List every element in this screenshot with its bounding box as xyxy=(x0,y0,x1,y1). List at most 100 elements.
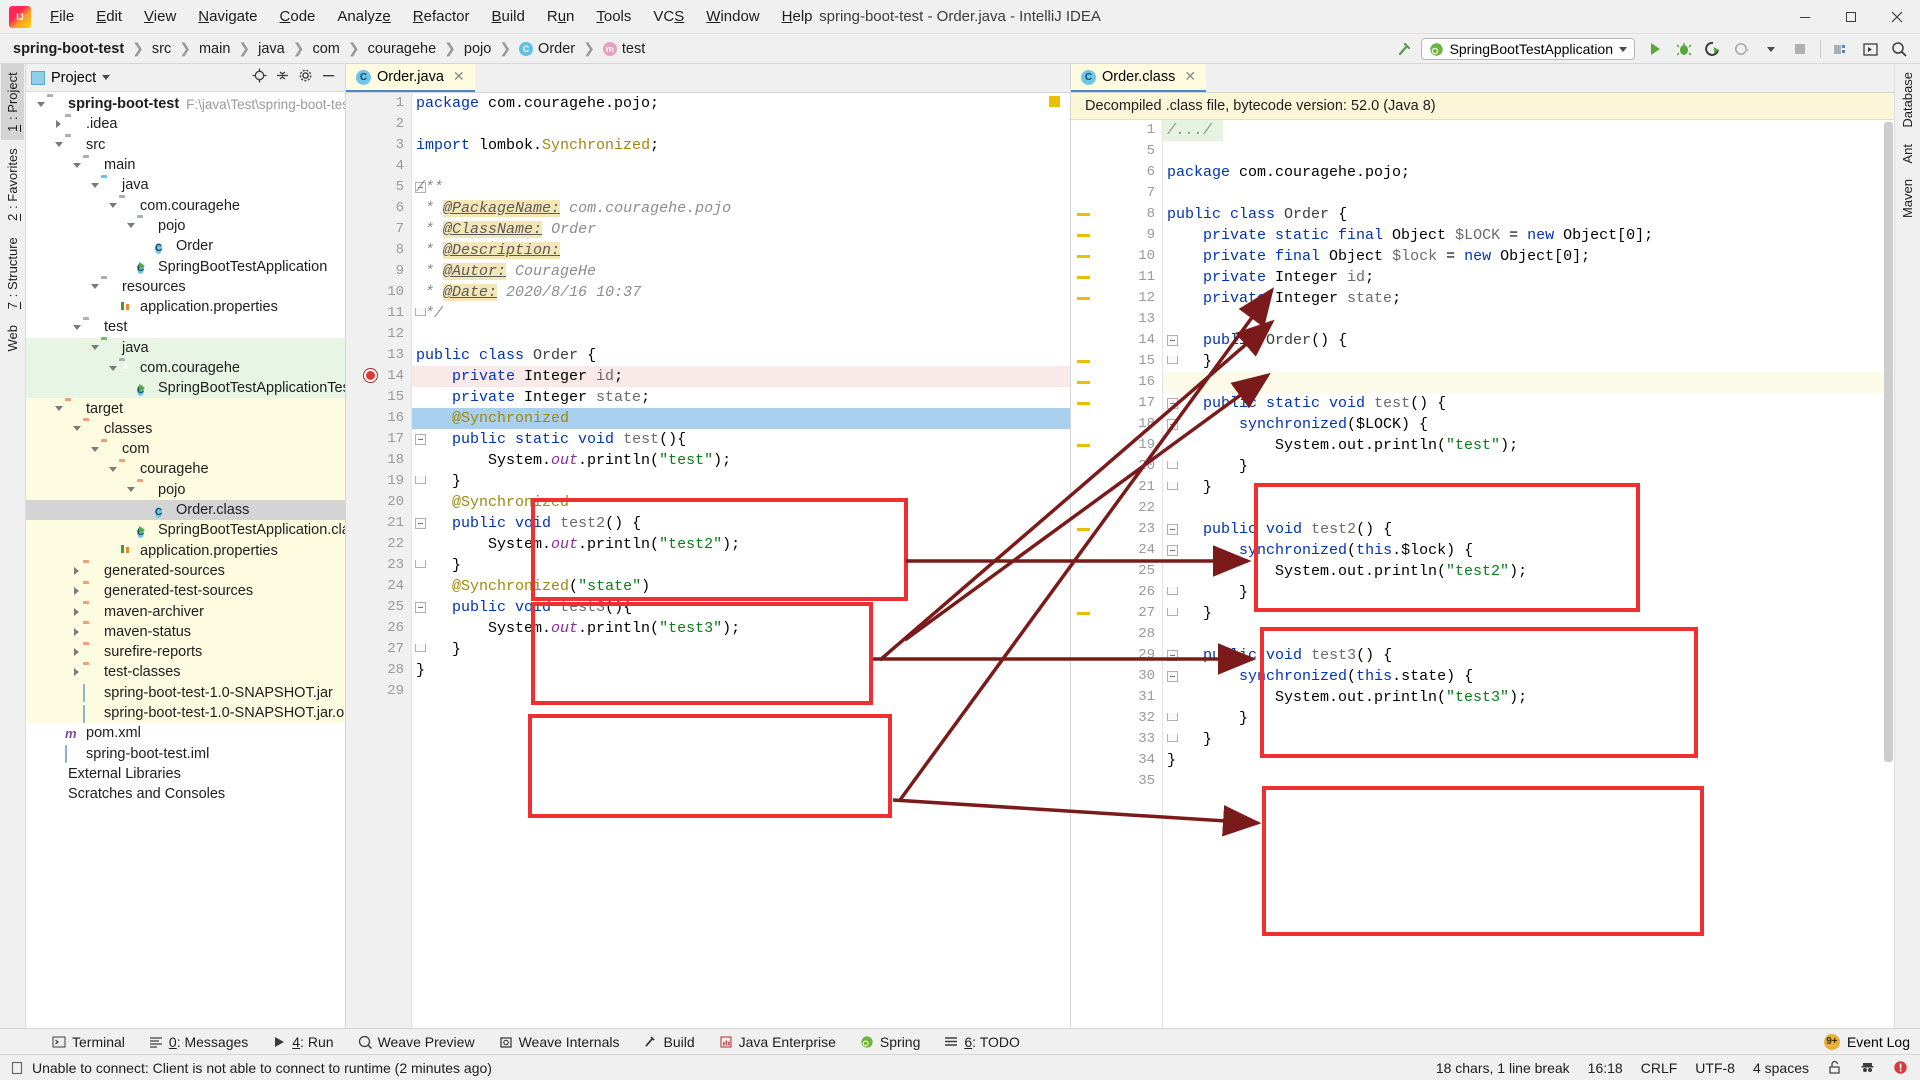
code-line[interactable]: System.out.println("test2"); xyxy=(412,534,1070,555)
collapse-arrow-icon[interactable] xyxy=(88,446,101,452)
tree-node-test-classes[interactable]: test-classes xyxy=(26,662,345,683)
tree-node-spring-boot-test-1.0-snapshot.jar.origin[interactable]: spring-boot-test-1.0-SNAPSHOT.jar.origin xyxy=(26,702,345,724)
code-line[interactable]: /** xyxy=(412,177,1070,198)
vertical-scrollbar[interactable] xyxy=(1884,122,1893,762)
tree-node-classes[interactable]: classes xyxy=(26,418,345,440)
tree-node-main[interactable]: main xyxy=(26,155,345,175)
line-number[interactable]: 8 xyxy=(346,240,411,261)
line-number[interactable]: 16 xyxy=(346,408,411,429)
code-line[interactable]: * @Description: xyxy=(412,240,1070,261)
line-number[interactable]: 17 xyxy=(346,429,426,450)
tree-node-pojo[interactable]: pojo xyxy=(26,216,345,236)
menu-tools[interactable]: Tools xyxy=(585,5,642,28)
tool-window-spring[interactable]: Spring xyxy=(848,1034,932,1050)
menu-navigate[interactable]: Navigate xyxy=(187,5,268,28)
line-number[interactable]: 8 xyxy=(1071,204,1162,225)
code-line[interactable]: } xyxy=(1163,456,1894,477)
breadcrumb-item-com[interactable]: com xyxy=(309,39,342,59)
collapse-arrow-icon[interactable] xyxy=(34,101,47,107)
run-button[interactable] xyxy=(1642,37,1668,61)
tree-node-external-libraries[interactable]: External Libraries xyxy=(26,764,345,784)
line-number[interactable]: 20 xyxy=(1071,456,1178,477)
line-number[interactable]: 28 xyxy=(346,660,411,681)
collapse-arrow-icon[interactable] xyxy=(106,466,119,472)
code-line[interactable]: } xyxy=(1163,603,1894,624)
line-number[interactable]: 21 xyxy=(1071,477,1178,498)
line-number[interactable]: 32 xyxy=(1071,708,1178,729)
tool-window-build[interactable]: Build xyxy=(631,1034,706,1050)
code-line[interactable]: private Integer id; xyxy=(412,366,1070,387)
tree-node-pom.xml[interactable]: m pom.xml xyxy=(26,723,345,743)
line-number[interactable]: 31 xyxy=(1071,687,1162,708)
line-number[interactable]: 2 xyxy=(346,114,411,135)
code-line[interactable]: public class Order { xyxy=(1163,204,1894,225)
code-line[interactable]: } xyxy=(1163,477,1894,498)
breadcrumb[interactable]: spring-boot-test ❯ src ❯ main ❯ java ❯ com ❯ coura… xyxy=(0,39,648,59)
close-icon[interactable]: ✕ xyxy=(453,68,465,85)
line-number[interactable]: 9 xyxy=(1071,225,1162,246)
status-message[interactable]: Unable to connect: Client is not able to… xyxy=(32,1060,492,1076)
code-line[interactable]: public class Order { xyxy=(412,345,1070,366)
line-number[interactable]: 23 xyxy=(1071,519,1178,540)
project-tree[interactable]: spring-boot-test F:\java\Test\spring-boot… xyxy=(26,92,345,1028)
code-line[interactable]: } xyxy=(1163,351,1894,372)
tree-node-couragehe[interactable]: couragehe xyxy=(26,459,345,480)
gutter-right[interactable]: 1 5 6 7 8 9 10 11 12 13 14 15 16 17 18 19 20 21 22 23 24 25 26… xyxy=(1071,120,1178,1028)
code-line[interactable]: private Integer id; xyxy=(1163,267,1894,288)
expand-arrow-icon[interactable] xyxy=(52,120,65,129)
code-line[interactable]: * @Date: 2020/8/16 10:37 xyxy=(412,282,1070,303)
code-line[interactable]: public void test2() { xyxy=(412,513,1070,534)
breadcrumb-item-couragehe[interactable]: couragehe xyxy=(365,39,440,59)
line-separator[interactable]: CRLF xyxy=(1641,1060,1678,1076)
tool-window-weave-internals[interactable]: Weave Internals xyxy=(487,1034,632,1050)
breadcrumb-item-src[interactable]: src xyxy=(149,39,174,59)
line-number[interactable]: 9 xyxy=(346,261,411,282)
collapse-arrow-icon[interactable] xyxy=(70,162,83,168)
code-line[interactable]: * @ClassName: Order xyxy=(412,219,1070,240)
inspector-icon[interactable] xyxy=(1860,1060,1875,1075)
line-number[interactable]: 22 xyxy=(346,534,411,555)
code-line[interactable]: */ xyxy=(412,303,1070,324)
tool-tab-1-project[interactable]: 1: Project xyxy=(1,64,24,140)
code-line[interactable]: * @Autor: CourageHe xyxy=(412,261,1070,282)
code-line[interactable]: } xyxy=(1163,729,1894,750)
expand-arrow-icon[interactable] xyxy=(70,587,83,596)
tool-tab-7-structure[interactable]: 7: Structure xyxy=(1,229,24,317)
tab-order-class[interactable]: C Order.class ✕ xyxy=(1071,63,1207,92)
breadcrumb-item-spring-boot-test[interactable]: spring-boot-test xyxy=(10,39,127,59)
tree-node-maven-status[interactable]: maven-status xyxy=(26,621,345,643)
tree-node-order.class[interactable]: C Order.class xyxy=(26,499,345,521)
expand-arrow-icon[interactable] xyxy=(70,566,83,575)
tool-window-weave-preview[interactable]: Weave Preview xyxy=(346,1034,487,1050)
code-area-right[interactable]: 1 5 6 7 8 9 10 11 12 13 14 15 16 17 18 19 20 21 22 23 24 25 26… xyxy=(1071,120,1894,1028)
tool-window-0-messages[interactable]: 0: Messages xyxy=(137,1034,260,1050)
line-number[interactable]: 13 xyxy=(1071,309,1162,330)
menu-code[interactable]: Code xyxy=(269,5,327,28)
code-line[interactable]: synchronized(this.$lock) { xyxy=(1163,540,1894,561)
run-configuration-selector[interactable]: SpringBootTestApplication xyxy=(1420,38,1635,60)
code-line[interactable]: } xyxy=(412,639,1070,660)
line-number[interactable]: 26 xyxy=(346,618,411,639)
tool-tab-web[interactable]: Web xyxy=(1,317,24,360)
preferences-icon[interactable] xyxy=(1857,37,1883,61)
chevron-down-icon[interactable] xyxy=(1758,37,1784,61)
line-number[interactable]: 11 xyxy=(346,303,426,324)
tool-tab-ant[interactable]: Ant xyxy=(1896,136,1919,172)
code-line[interactable]: System.out.println("test"); xyxy=(1163,435,1894,456)
menu-bar[interactable]: File Edit View Navigate Code Analyze Refactor B… xyxy=(39,5,824,28)
code-area-left[interactable]: 1 2 3 4 5 6 7 8 9 10 11 12 13 14 15 16 17 18 19 20 21 22 23 24 2… xyxy=(346,93,1070,1028)
tree-node-.idea[interactable]: .idea xyxy=(26,114,345,134)
code-line[interactable] xyxy=(1163,771,1894,792)
code-line[interactable] xyxy=(412,681,1070,702)
tree-node-spring-boot-test[interactable]: spring-boot-test F:\java\Test\spring-boot… xyxy=(26,94,345,114)
tool-window-java-enterprise[interactable]: Java Enterprise xyxy=(707,1034,848,1050)
collapse-arrow-icon[interactable] xyxy=(70,426,83,432)
tree-node-spring-boot-test-1.0-snapshot.jar[interactable]: spring-boot-test-1.0-SNAPSHOT.jar xyxy=(26,682,345,703)
gutter-left[interactable]: 1 2 3 4 5 6 7 8 9 10 11 12 13 14 15 16 17 18 19 20 21 22 23 24 2… xyxy=(346,93,426,1028)
unlock-icon[interactable] xyxy=(1827,1060,1842,1075)
indent-setting[interactable]: 4 spaces xyxy=(1753,1060,1809,1076)
line-number[interactable]: 15 xyxy=(1071,351,1178,372)
line-number[interactable]: 13 xyxy=(346,345,411,366)
profile-button[interactable] xyxy=(1729,37,1755,61)
code-line[interactable]: /.../ xyxy=(1163,120,1894,141)
